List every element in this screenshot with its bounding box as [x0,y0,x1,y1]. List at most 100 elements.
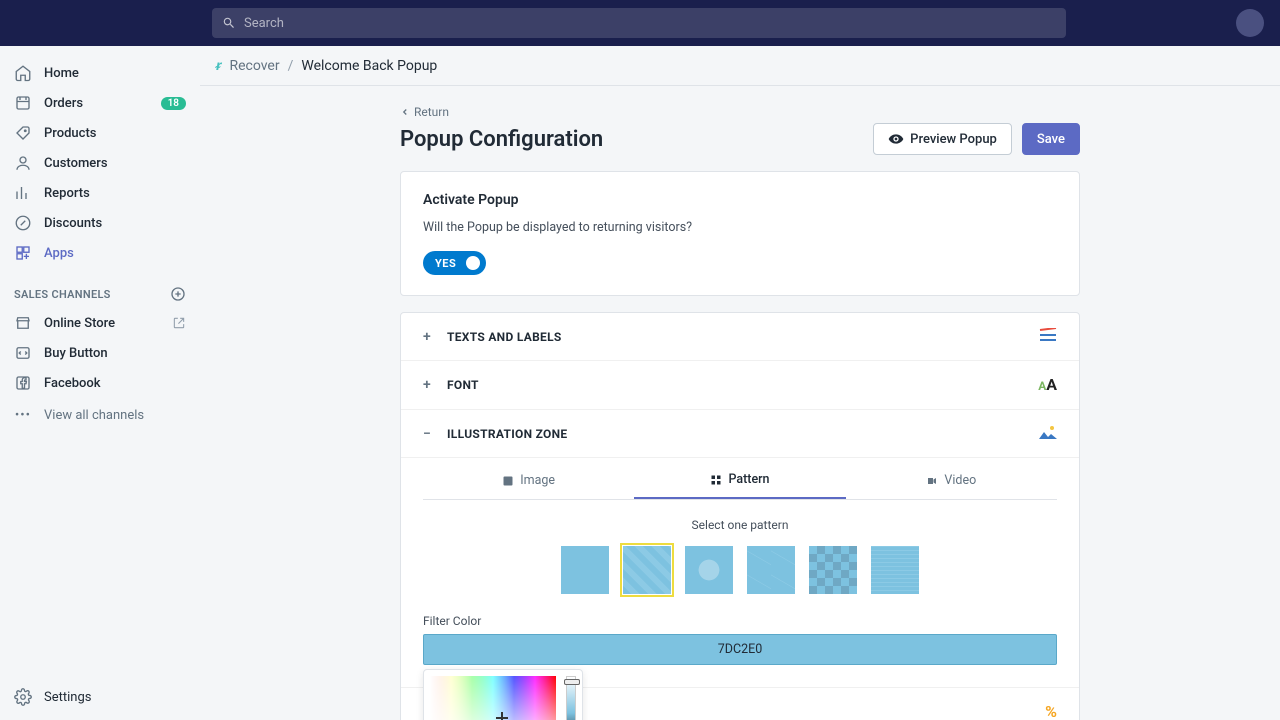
avatar [1236,9,1264,37]
toggle-knob [466,256,480,270]
tab-video[interactable]: Video [846,462,1057,499]
accordion-label: TEXTS AND LABELS [447,330,562,344]
discount-icon [14,214,32,232]
external-link-icon[interactable] [172,316,186,330]
sidebar-item-label: Home [44,66,79,81]
activate-card: Activate Popup Will the Popup be display… [400,171,1080,296]
chevron-left-icon [400,107,410,117]
illustration-tabs: Image Pattern Video [423,462,1057,500]
pattern-swatch-5[interactable] [809,546,857,594]
sidebar-item-products[interactable]: Products [0,118,200,148]
tab-label: Pattern [728,472,769,487]
sidebar-item-home[interactable]: Home [0,58,200,88]
picture-icon [502,475,514,487]
return-link[interactable]: Return [400,105,449,119]
accordion-label: FONT [447,378,479,392]
pattern-swatch-4[interactable] [747,546,795,594]
user-menu[interactable] [1196,9,1264,37]
sidebar-item-label: Customers [44,156,108,171]
color-picker[interactable] [423,669,583,720]
eye-icon [888,131,904,147]
sidebar-item-label: Apps [44,246,74,261]
percent-icon: % [1045,702,1057,720]
orders-icon [14,94,32,112]
image-icon [1039,424,1057,443]
tag-icon [14,124,32,142]
pattern-heading: Select one pattern [423,518,1057,532]
activate-desc: Will the Popup be displayed to returning… [423,220,1057,235]
sidebar-item-discounts[interactable]: Discounts [0,208,200,238]
filter-color-input[interactable] [423,634,1057,665]
plus-icon: + [423,329,437,345]
breadcrumb: ᵲ Recover / Welcome Back Popup [200,46,1280,86]
gear-icon [14,688,32,706]
tab-pattern[interactable]: Pattern [634,462,845,499]
grid-icon [710,474,722,486]
config-card: + TEXTS AND LABELS + FONT AA − ILLUSTRAT… [400,312,1080,720]
person-icon [14,154,32,172]
texts-icon [1039,327,1057,346]
view-all-channels[interactable]: ••• View all channels [0,398,200,433]
sales-channels-header: SALES CHANNELS [0,268,200,308]
color-spectrum[interactable] [430,676,556,720]
channel-facebook[interactable]: Facebook [0,368,200,398]
accordion-illustration[interactable]: − ILLUSTRATION ZONE [401,410,1079,458]
slider-handle[interactable] [564,679,580,685]
tab-image[interactable]: Image [423,462,634,499]
accordion-texts[interactable]: + TEXTS AND LABELS [401,313,1079,361]
sidebar-item-orders[interactable]: Orders 18 [0,88,200,118]
home-icon [14,64,32,82]
breadcrumb-separator: / [288,58,294,74]
toggle-label: YES [435,257,456,270]
preview-label: Preview Popup [910,132,997,147]
pattern-swatch-3[interactable] [685,546,733,594]
code-icon [14,344,32,362]
save-button[interactable]: Save [1022,123,1080,155]
minus-icon: − [423,426,437,442]
activate-title: Activate Popup [423,192,1057,208]
channel-buy-button[interactable]: Buy Button [0,338,200,368]
sidebar-item-label: Orders [44,96,83,111]
orders-badge: 18 [161,97,186,110]
search-field[interactable] [212,8,1066,38]
channel-label: Buy Button [44,346,108,361]
preview-button[interactable]: Preview Popup [873,123,1012,155]
pattern-swatch-6[interactable] [871,546,919,594]
pattern-swatch-2[interactable] [623,546,671,594]
breadcrumb-current: Welcome Back Popup [301,58,437,74]
pattern-swatches [423,546,1057,594]
tab-label: Image [520,473,555,488]
settings-label: Settings [44,690,91,705]
breadcrumb-app[interactable]: Recover [229,58,279,74]
accordion-font[interactable]: + FONT AA [401,361,1079,410]
channel-label: Facebook [44,376,101,391]
app-logo-icon: ᵲ [216,57,221,74]
add-channel-icon[interactable] [170,286,186,302]
view-all-label: View all channels [44,408,144,423]
pattern-swatch-1[interactable] [561,546,609,594]
facebook-icon [14,374,32,392]
tab-label: Video [944,473,976,488]
page-title: Popup Configuration [400,127,603,152]
search-input[interactable] [244,16,1056,31]
sidebar-item-label: Discounts [44,216,102,231]
sidebar-item-label: Products [44,126,96,141]
illustration-panel: Image Pattern Video Select one pattern [401,462,1079,687]
channel-label: Online Store [44,316,115,331]
main-content: ᵲ Recover / Welcome Back Popup Return Po… [200,46,1280,720]
more-icon: ••• [14,408,32,423]
accordion-label: ILLUSTRATION ZONE [447,427,567,441]
apps-icon [14,244,32,262]
lightness-slider[interactable] [566,676,576,720]
chart-icon [14,184,32,202]
filter-color-label: Filter Color [423,614,1057,628]
section-label: SALES CHANNELS [14,288,111,301]
sidebar-item-customers[interactable]: Customers [0,148,200,178]
sidebar-item-settings[interactable]: Settings [0,674,200,720]
channel-online-store[interactable]: Online Store [0,308,200,338]
activate-toggle[interactable]: YES [423,251,486,275]
sidebar-item-reports[interactable]: Reports [0,178,200,208]
video-icon [926,475,938,487]
sidebar-item-apps[interactable]: Apps [0,238,200,268]
sidebar: Home Orders 18 Products Customers Report… [0,46,200,720]
